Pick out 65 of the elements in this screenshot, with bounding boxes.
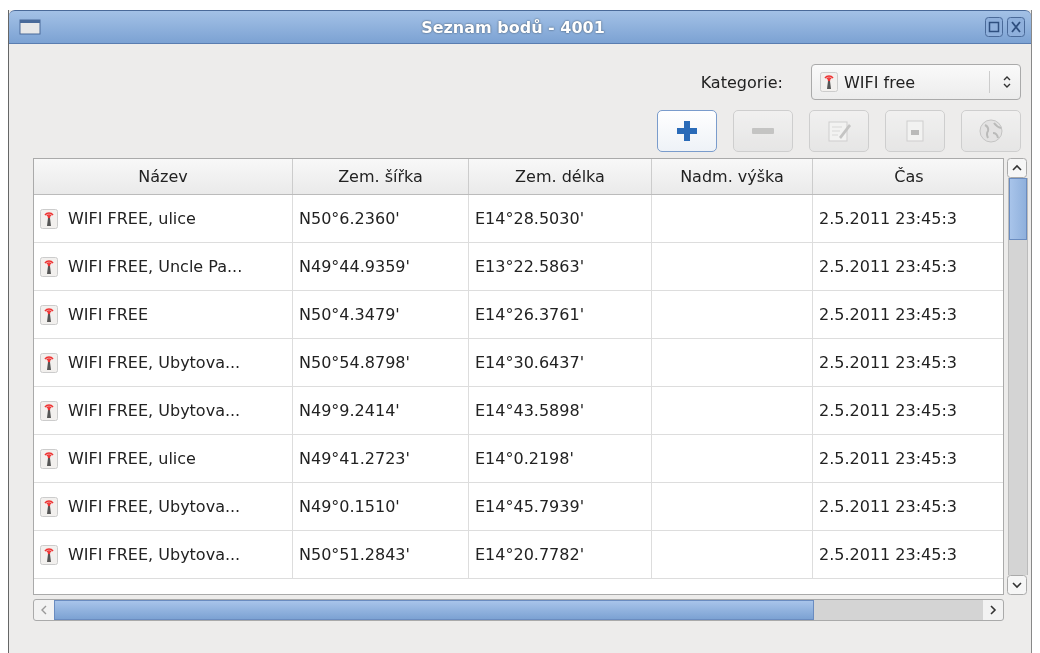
table-cell-text: 2.5.2011 23:45:3 [818,304,958,326]
horizontal-scrollbar[interactable] [33,599,1004,621]
window-icon[interactable] [19,19,41,35]
table-cell-text: 2.5.2011 23:45:3 [818,448,958,470]
notepad-pencil-icon [827,119,851,143]
table-cell: WIFI FREE, Ubytova... [68,401,241,420]
table-cell: E14°45.7939' [469,483,652,530]
window-title: Seznam bodů - 4001 [420,17,606,37]
table-cell-text: 2.5.2011 23:45:3 [818,208,958,230]
table-cell: E14°43.5898' [469,387,652,434]
column-header[interactable]: Název [34,159,293,194]
antenna-icon [40,400,58,421]
table-cell: WIFI FREE, ulice [68,449,196,468]
antenna-icon [40,352,58,373]
close-icon[interactable] [1007,17,1025,37]
minus-icon [752,128,774,134]
table-cell: N49°0.1510' [293,483,469,530]
table-cell: E14°0.2198' [469,435,652,482]
maximize-icon[interactable] [985,17,1003,37]
scroll-down-icon[interactable] [1007,575,1027,595]
antenna-icon [40,256,58,277]
antenna-icon [40,544,58,565]
table-cell-text: 2.5.2011 23:45:3 [818,400,958,422]
table-cell: N50°54.8798' [293,339,469,386]
antenna-icon [40,208,58,229]
table-cell: WIFI FREE [68,305,149,324]
table-cell: WIFI FREE, Uncle Pa... [68,257,243,276]
category-dropdown[interactable]: WIFI free [811,64,1021,100]
category-label: Kategorie: [700,72,783,92]
table-cell: WIFI FREE, Ubytova... [68,545,241,564]
antenna-icon [820,72,838,92]
table-cell-text: 2.5.2011 23:45:3 [818,496,958,518]
table-cell: E14°26.3761' [469,291,652,338]
table-cell: N49°44.9359' [293,243,469,290]
table-cell: N50°4.3479' [293,291,469,338]
table-cell: E13°22.5863' [469,243,652,290]
column-header[interactable]: Zem. šířka [293,159,469,194]
antenna-icon [40,496,58,517]
vertical-scrollbar[interactable] [1007,158,1029,595]
spinner-arrows-icon [1002,75,1012,89]
table-cell: E14°20.7782' [469,531,652,578]
table-cell-text: 2.5.2011 23:45:3 [818,352,958,374]
globe-icon [979,119,1003,143]
scroll-thumb[interactable] [1009,178,1027,240]
table-cell: N49°41.2723' [293,435,469,482]
table-cell: N50°51.2843' [293,531,469,578]
table-cell: WIFI FREE, Ubytova... [68,353,241,372]
toolbar-button[interactable] [657,110,717,152]
plus-icon [675,119,699,143]
table-cell: N50°6.2360' [293,195,469,242]
table-cell-text: 2.5.2011 23:45:3 [818,544,958,566]
antenna-icon [40,448,58,469]
scroll-up-icon[interactable] [1007,158,1027,178]
column-header[interactable]: Čas [813,159,1003,194]
table-cell: E14°28.5030' [469,195,652,242]
column-header[interactable]: Zem. délka [469,159,652,194]
column-header[interactable]: Nadm. výška [652,159,813,194]
table-cell: E14°30.6437' [469,339,652,386]
document-icon [903,119,927,143]
scroll-thumb[interactable] [54,600,814,620]
table-cell: N49°9.2414' [293,387,469,434]
table-cell: WIFI FREE, Ubytova... [68,497,241,516]
antenna-icon [40,304,58,325]
table-cell: WIFI FREE, ulice [68,209,196,228]
table-cell-text: 2.5.2011 23:45:3 [818,256,958,278]
